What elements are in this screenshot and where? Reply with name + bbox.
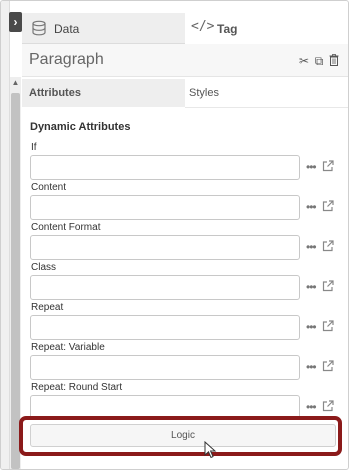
- collapse-panel-button[interactable]: ›: [9, 12, 22, 32]
- scissors-icon[interactable]: ✂: [298, 54, 310, 69]
- ellipsis-icon[interactable]: •••: [306, 400, 317, 414]
- external-link-icon[interactable]: [322, 320, 334, 332]
- ellipsis-icon[interactable]: •••: [306, 240, 317, 254]
- external-link-icon[interactable]: [322, 280, 334, 292]
- scrollbar-thumb[interactable]: [11, 93, 20, 469]
- tab-styles[interactable]: Styles: [185, 79, 348, 108]
- database-icon: [32, 20, 46, 36]
- field-label-repeat-variable: Repeat: Variable: [31, 342, 105, 353]
- tab-data-label: Data: [54, 22, 80, 36]
- external-link-icon[interactable]: [322, 360, 334, 372]
- panel-tabs: Data </> Tag: [22, 13, 348, 44]
- content-field[interactable]: [30, 195, 300, 220]
- external-link-icon[interactable]: [322, 200, 334, 212]
- field-label-class: Class: [31, 262, 57, 273]
- element-header: Paragraph ✂ ⧉: [22, 44, 348, 77]
- tab-styles-label: Styles: [189, 87, 219, 99]
- scroll-up-arrow-icon[interactable]: ▲: [10, 77, 21, 89]
- ellipsis-icon[interactable]: •••: [306, 200, 317, 214]
- copy-icon[interactable]: ⧉: [313, 54, 325, 69]
- field-label-content-format: Content Format: [31, 222, 101, 233]
- tab-tag[interactable]: </> Tag: [185, 13, 348, 43]
- tab-attributes-label: Attributes: [29, 87, 81, 99]
- code-icon: </>: [191, 19, 215, 34]
- trash-icon[interactable]: [328, 54, 340, 69]
- element-title: Paragraph: [29, 51, 104, 68]
- tab-attributes[interactable]: Attributes: [22, 79, 185, 107]
- section-title: Dynamic Attributes: [30, 121, 131, 133]
- ellipsis-icon[interactable]: •••: [306, 360, 317, 374]
- attribute-tabs: Attributes Styles: [22, 79, 348, 108]
- field-label-if: If: [31, 142, 37, 153]
- properties-panel: › ▲ Data </> Tag Paragraph ✂ ⧉ Attribute…: [0, 0, 349, 470]
- content-format-field[interactable]: [30, 235, 300, 260]
- if-field[interactable]: [30, 155, 300, 180]
- field-label-repeat-round-start: Repeat: Round Start: [31, 382, 123, 393]
- class-field[interactable]: [30, 275, 300, 300]
- repeat-field[interactable]: [30, 315, 300, 340]
- repeat-variable-field[interactable]: [30, 355, 300, 380]
- field-label-content: Content: [31, 182, 67, 193]
- ellipsis-icon[interactable]: •••: [306, 280, 317, 294]
- external-link-icon[interactable]: [322, 240, 334, 252]
- ellipsis-icon[interactable]: •••: [306, 160, 317, 174]
- external-link-icon[interactable]: [322, 400, 334, 412]
- chevron-right-icon: ›: [13, 15, 18, 29]
- ellipsis-icon[interactable]: •••: [306, 320, 317, 334]
- element-actions: ✂ ⧉: [298, 54, 340, 69]
- field-label-repeat: Repeat: [31, 302, 64, 313]
- mouse-pointer-icon: [204, 441, 217, 459]
- tab-tag-label: Tag: [217, 22, 238, 36]
- external-link-icon[interactable]: [322, 160, 334, 172]
- left-rail: [1, 1, 10, 469]
- callout-highlight: [19, 416, 342, 456]
- tab-data[interactable]: Data: [22, 13, 185, 44]
